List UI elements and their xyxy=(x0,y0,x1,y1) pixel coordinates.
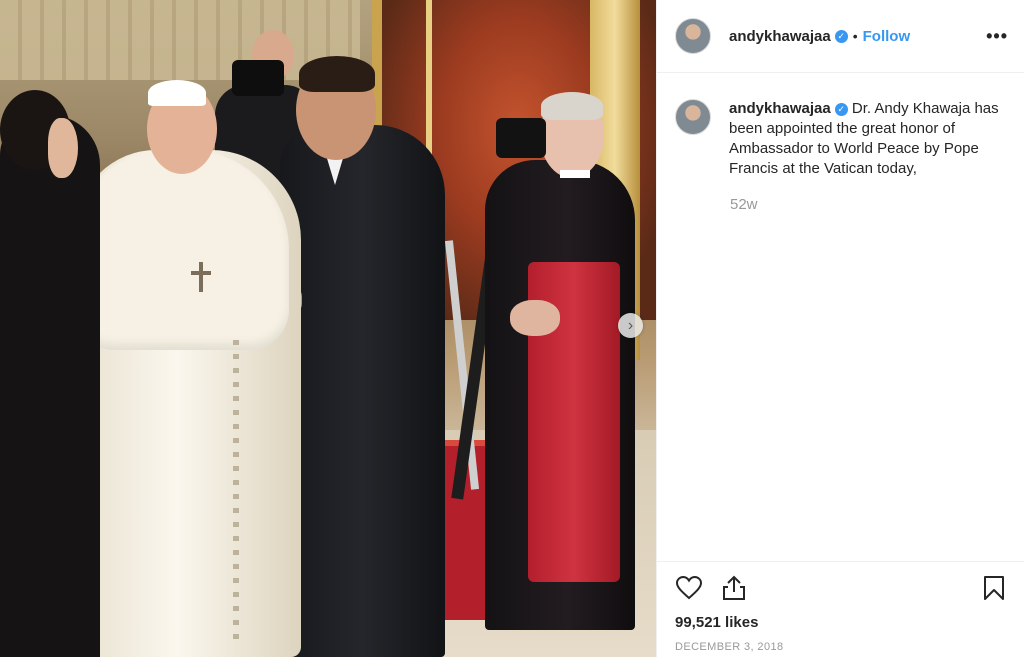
share-button[interactable] xyxy=(720,574,748,602)
header-username[interactable]: andykhawajaa xyxy=(729,28,831,45)
heart-icon xyxy=(676,576,702,600)
save-button[interactable] xyxy=(980,574,1008,602)
more-options-icon[interactable]: ••• xyxy=(986,26,1008,47)
share-icon xyxy=(723,575,745,600)
caption-avatar[interactable] xyxy=(675,99,711,135)
post-details-panel: andykhawajaa ✓ • Follow ••• andykhawajaa… xyxy=(656,0,1024,657)
comments-area: andykhawajaa ✓ Dr. Andy Khawaja has been … xyxy=(657,73,1024,561)
follow-button[interactable]: Follow xyxy=(863,28,911,45)
avatar[interactable] xyxy=(675,18,711,54)
carousel-next-button[interactable]: › xyxy=(618,313,643,338)
post-time-ago[interactable]: 52w xyxy=(730,196,1008,213)
caption-text: andykhawajaa ✓ Dr. Andy Khawaja has been … xyxy=(729,99,1008,179)
likes-count[interactable]: 99,521 likes xyxy=(675,614,1008,631)
chevron-right-icon: › xyxy=(627,316,634,334)
caption-verified-badge-icon: ✓ xyxy=(834,103,848,116)
post-actions: 99,521 likes DECEMBER 3, 2018 xyxy=(657,561,1024,657)
post-date: DECEMBER 3, 2018 xyxy=(675,641,784,653)
caption-row: andykhawajaa ✓ Dr. Andy Khawaja has been … xyxy=(675,99,1008,179)
action-icons xyxy=(675,562,1008,614)
post-header: andykhawajaa ✓ • Follow ••• xyxy=(657,0,1024,73)
post-photo[interactable]: › xyxy=(0,0,656,657)
bookmark-icon xyxy=(984,576,1004,600)
instagram-post: › andykhawajaa ✓ • Follow ••• andykhawaj… xyxy=(0,0,1024,657)
caption-username[interactable]: andykhawajaa xyxy=(729,100,831,117)
separator-dot: • xyxy=(852,28,858,44)
like-button[interactable] xyxy=(675,574,703,602)
verified-badge-icon: ✓ xyxy=(834,29,848,43)
